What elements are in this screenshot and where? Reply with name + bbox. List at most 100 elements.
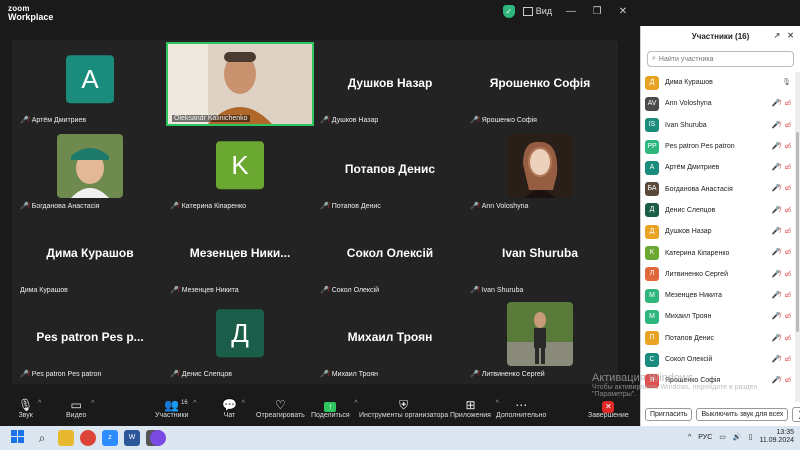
participant-row[interactable]: PP Pes patron Pes patron 🎤̸ ▭̸: [641, 136, 795, 157]
chat-button[interactable]: 💬 Чат ^: [222, 398, 245, 419]
scrollbar-thumb[interactable]: [796, 132, 799, 332]
search-input[interactable]: [658, 55, 779, 63]
participant-row[interactable]: AV Ann Voloshyna 🎤̸ ▭̸: [641, 93, 795, 114]
participant-row[interactable]: М Михаил Троян 🎤̸ ▭̸: [641, 306, 795, 327]
video-tile[interactable]: A 🎤̸ Артём Дмитриев: [16, 42, 164, 126]
viber-icon[interactable]: [150, 430, 166, 446]
video-tile[interactable]: Душков Назар 🎤̸ Душков Назар: [316, 42, 464, 126]
participant-row[interactable]: Д Денис Слепцов 🎤̸ ▭̸: [641, 200, 795, 221]
video-tile[interactable]: Михаил Троян 🎤̸ Михаил Троян: [316, 296, 464, 380]
video-gallery: A 🎤̸ Артём Дмитриев Oleksandr Kalinichenk…: [12, 40, 618, 384]
chevron-up-icon[interactable]: ^: [193, 400, 196, 407]
participants-button[interactable]: 👥 16 Участники ^: [155, 398, 196, 419]
tile-label: 🎤̸ Душков Назар: [320, 116, 378, 125]
participant-row[interactable]: A Артём Дмитриев 🎤̸ ▭̸: [641, 157, 795, 178]
participant-search: ⌕: [647, 51, 794, 67]
video-tile[interactable]: Сокол Олексій 🎤̸ Сокол Олексій: [316, 212, 464, 296]
participant-row[interactable]: K Катерина Кіпаренко 🎤̸ ▭̸: [641, 242, 795, 263]
view-button[interactable]: Вид: [519, 4, 556, 18]
end-icon-wrap: ✕: [588, 398, 629, 413]
volume-icon[interactable]: 🔊: [733, 433, 742, 441]
windows-start-icon[interactable]: [10, 430, 26, 446]
video-tile-active-speaker[interactable]: Oleksandr Kalinichenko: [166, 42, 314, 126]
camera-off-icon: ▭̸: [784, 355, 791, 363]
host-tools-label: Инструменты организатора: [359, 412, 449, 419]
panel-header-icons: ↗ ✕: [774, 31, 794, 40]
network-icon[interactable]: ▭: [719, 433, 726, 441]
zoom-icon[interactable]: z: [102, 430, 118, 446]
host-tools-button[interactable]: ⛨ Инструменты организатора: [359, 398, 448, 419]
video-tile[interactable]: K 🎤̸ Катерина Кіпаренко: [166, 128, 314, 212]
participant-name: Pes patron Pes patron: [31, 370, 102, 378]
tile-display-name: Потапов Денис: [344, 162, 436, 176]
video-tile[interactable]: Потапов Денис 🎤̸ Потапов Денис: [316, 128, 464, 212]
video-tile[interactable]: Д 🎤̸ Денис Слепцов: [166, 296, 314, 380]
video-tile[interactable]: 🎤̸ Богданова Анастасія: [16, 128, 164, 212]
clock-time: 13:35: [776, 429, 794, 436]
participant-row[interactable]: БА Богданова Анастасія 🎤̸ ▭̸: [641, 178, 795, 199]
close-button[interactable]: ✕: [612, 6, 634, 17]
participant-row[interactable]: IS Ivan Shuruba 🎤̸ ▭̸: [641, 115, 795, 136]
chevron-up-icon[interactable]: ^: [354, 400, 357, 407]
chevron-up-icon[interactable]: ^: [91, 400, 94, 407]
tile-label: 🎤̸ Сокол Олексій: [320, 286, 379, 295]
search-icon[interactable]: ⌕: [34, 430, 50, 446]
language-indicator[interactable]: РУС: [698, 434, 712, 441]
avatar: AV: [645, 96, 659, 111]
video-button[interactable]: ▭ Видео ^: [66, 398, 94, 419]
end-meeting-button[interactable]: ✕ Завершение: [588, 398, 629, 419]
react-label: Отреагировать: [256, 412, 305, 419]
chevron-up-icon[interactable]: ^: [688, 434, 691, 441]
panel-header: Участники (16) ↗ ✕: [641, 26, 800, 46]
more-button[interactable]: ⋯ Дополнительно: [496, 398, 546, 419]
participant-row[interactable]: Д Дима Курашов 🎙: [641, 72, 795, 93]
mute-all-button[interactable]: Выключить звук для всех: [696, 407, 789, 421]
word-icon[interactable]: W: [124, 430, 140, 446]
audio-button[interactable]: 🎙 Звук ^: [18, 398, 41, 419]
video-tile[interactable]: 🎤̸ Ann Voloshyna: [466, 128, 614, 212]
clock[interactable]: 13:35 11.09.2024: [759, 429, 794, 445]
video-tile[interactable]: Ярошенко Софія 🎤̸ Ярошенко Софія: [466, 42, 614, 126]
clock-date: 11.09.2024: [759, 437, 794, 444]
panel-title: Участники (16): [691, 31, 750, 41]
participant-name: Мезенцев Никита: [665, 292, 722, 300]
participant-name: Богданова Анастасія: [31, 202, 100, 210]
scrollbar[interactable]: [795, 72, 800, 402]
share-button[interactable]: ↑ Поделиться ^: [311, 398, 358, 419]
participant-row[interactable]: С Сокол Олексій 🎤̸ ▭̸: [641, 349, 795, 370]
close-icon[interactable]: ✕: [787, 31, 794, 40]
participant-row[interactable]: Л Литвиненко Сергей 🎤̸ ▭̸: [641, 264, 795, 285]
participant-name: Сокол Олексій: [665, 356, 713, 363]
minimize-button[interactable]: —: [560, 6, 582, 17]
participant-status: 🎤̸ ▭̸: [772, 163, 791, 171]
video-tile[interactable]: Дима Курашов Дима Курашов: [16, 212, 164, 296]
chevron-up-icon[interactable]: ^: [38, 400, 41, 407]
audio-label: Звук: [18, 412, 33, 419]
chrome-icon[interactable]: [80, 430, 96, 446]
participant-status: 🎤̸ ▭̸: [772, 99, 791, 107]
video-tile[interactable]: 🎤̸ Литвиненко Сергей: [466, 296, 614, 380]
mic-muted-icon: 🎤̸: [771, 142, 781, 150]
search-icon: ⌕: [652, 55, 656, 62]
camera-off-icon: ▭̸: [784, 228, 791, 236]
participant-name: Михаил Троян: [665, 313, 712, 321]
battery-icon[interactable]: ▯: [749, 433, 753, 441]
maximize-button[interactable]: ❐: [586, 6, 608, 17]
pop-out-icon[interactable]: ↗: [774, 31, 781, 40]
react-button[interactable]: ♡ Отреагировать: [256, 398, 305, 419]
participant-row[interactable]: Д Душков Назар 🎤̸ ▭̸: [641, 221, 795, 242]
invite-button[interactable]: Пригласить: [645, 407, 693, 421]
participant-row[interactable]: М Мезенцев Никита 🎤̸ ▭̸: [641, 285, 795, 306]
participant-name: Pes patron Pes patron: [665, 143, 735, 151]
video-tile[interactable]: Мезенцев Ники... 🎤̸ Мезенцев Никита: [166, 212, 314, 296]
more-options-button[interactable]: ❯: [792, 406, 800, 422]
shield-icon[interactable]: ✓: [502, 4, 515, 18]
video-tile[interactable]: Ivan Shuruba 🎤̸ Ivan Shuruba: [466, 212, 614, 296]
participant-row[interactable]: П Потапов Денис 🎤̸ ▭̸: [641, 328, 795, 349]
tile-display-name: Мезенцев Ники...: [189, 246, 291, 260]
apps-button[interactable]: ⊞ Приложения ^: [450, 398, 499, 419]
chevron-up-icon[interactable]: ^: [242, 400, 245, 407]
video-tile[interactable]: Pes patron Pes p... 🎤̸ Pes patron Pes pat…: [16, 296, 164, 380]
participant-name: Денис Слепцов: [181, 370, 232, 378]
file-explorer-icon[interactable]: [58, 430, 74, 446]
